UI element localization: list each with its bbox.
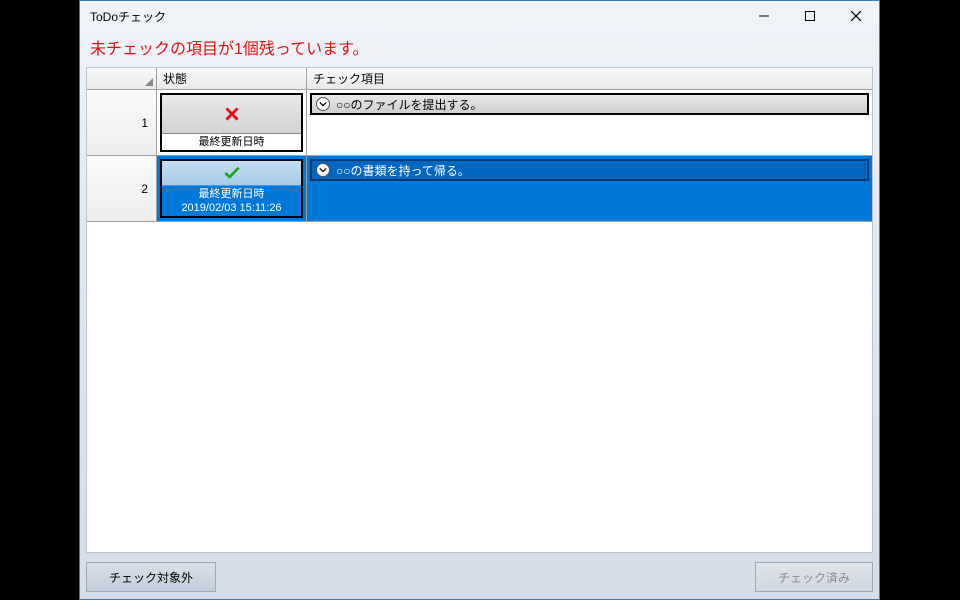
grid-header: 状態 チェック項目: [87, 68, 872, 90]
item-text: ○○の書類を持って帰る。: [336, 162, 470, 179]
item-text: ○○のファイルを提出する。: [336, 96, 483, 113]
table-row[interactable]: 1 最終更新日時: [87, 90, 872, 156]
grid-corner[interactable]: [87, 68, 157, 90]
window-controls: [741, 1, 879, 31]
chevron-down-icon[interactable]: [316, 97, 330, 111]
status-message: 未チェックの項目が1個残っています。: [80, 31, 879, 67]
state-meta: 最終更新日時 2019/02/03 15:11:26: [162, 186, 301, 216]
row-number: 2: [87, 156, 157, 222]
grid: 状態 チェック項目 1 最終更新日時: [86, 67, 873, 553]
titlebar: ToDoチェック: [80, 1, 879, 31]
check-icon: [162, 161, 301, 186]
state-meta: 最終更新日時: [162, 134, 301, 150]
window-title: ToDoチェック: [80, 8, 741, 25]
close-button[interactable]: [833, 1, 879, 31]
row-number: 1: [87, 90, 157, 156]
exclude-button[interactable]: チェック対象外: [86, 562, 216, 592]
chevron-down-icon[interactable]: [316, 163, 330, 177]
cell-state[interactable]: 最終更新日時 2019/02/03 15:11:26: [157, 156, 307, 222]
item-header[interactable]: ○○の書類を持って帰る。: [310, 159, 869, 181]
grid-body: 1 最終更新日時: [87, 90, 872, 552]
table-row[interactable]: 2 最終更新日時 2019/02/03 15:11:26: [87, 156, 872, 222]
item-header[interactable]: ○○のファイルを提出する。: [310, 93, 869, 115]
app-window: ToDoチェック 未チェックの項目が1個残っています。 状態 チェック項目 1: [79, 0, 880, 600]
done-button: チェック済み: [755, 562, 873, 592]
footer: チェック対象外 チェック済み: [80, 559, 879, 599]
maximize-button[interactable]: [787, 1, 833, 31]
cross-icon: [162, 95, 301, 134]
minimize-button[interactable]: [741, 1, 787, 31]
meta-time: 2019/02/03 15:11:26: [162, 201, 301, 215]
state-card: 最終更新日時: [160, 93, 303, 152]
meta-label: 最終更新日時: [162, 135, 301, 149]
cell-item[interactable]: ○○のファイルを提出する。: [307, 90, 872, 156]
column-header-item[interactable]: チェック項目: [307, 68, 872, 90]
column-header-state[interactable]: 状態: [157, 68, 307, 90]
meta-label: 最終更新日時: [162, 187, 301, 201]
state-card: 最終更新日時 2019/02/03 15:11:26: [160, 159, 303, 218]
cell-state[interactable]: 最終更新日時: [157, 90, 307, 156]
cell-item[interactable]: ○○の書類を持って帰る。: [307, 156, 872, 222]
